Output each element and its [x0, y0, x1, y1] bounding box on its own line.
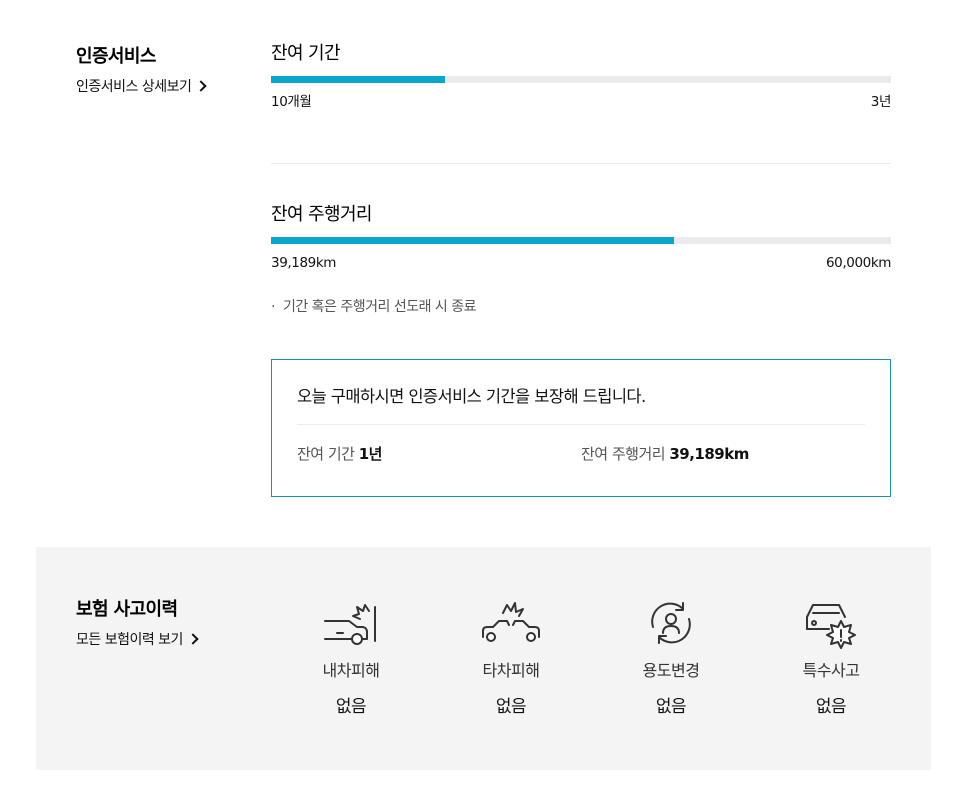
remaining-period-bar	[271, 76, 891, 83]
own-car-damage-icon	[324, 604, 376, 645]
remaining-period-max: 3년	[870, 94, 892, 110]
remaining-mileage-title: 잔여 주행거리	[271, 204, 372, 225]
guarantee-period-label: 잔여 기간	[297, 445, 355, 463]
guarantee-period: 잔여 기간 1년	[297, 443, 581, 465]
insurance-item-own-damage: 내차피해 없음	[291, 597, 411, 719]
insurance-title: 보험 사고이력	[76, 599, 178, 620]
chevron-right-icon	[187, 633, 199, 645]
guarantee-mileage-value: 39,189km	[669, 445, 749, 463]
insurance-sidebar: 보험 사고이력 모든 보험이력 보기	[76, 597, 199, 649]
insurance-item-value: 없음	[655, 697, 687, 717]
cert-detail-link[interactable]: 인증서비스 상세보기	[76, 76, 208, 96]
insurance-item-value: 없음	[335, 697, 367, 717]
special-accident-icon	[806, 604, 856, 649]
usage-change-icon	[651, 602, 691, 644]
cert-title: 인증서비스	[76, 46, 156, 67]
insurance-item-label: 용도변경	[642, 661, 700, 680]
remaining-mileage-current: 39,189km	[271, 255, 337, 271]
insurance-item-label: 내차피해	[322, 661, 380, 680]
remaining-mileage-max: 60,000km	[825, 255, 891, 271]
insurance-item-value: 없음	[495, 697, 527, 717]
insurance-item-usage-change: 용도변경 없음	[611, 597, 731, 719]
cert-sidebar: 인증서비스 인증서비스 상세보기	[76, 44, 208, 96]
insurance-panel: 보험 사고이력 모든 보험이력 보기 내차피해 없음 타차피해 없음 용도변경 …	[36, 547, 931, 770]
insurance-item-special-accident: 특수사고 없음	[771, 597, 891, 719]
remaining-mileage-labels: 39,189km 60,000km	[271, 254, 891, 272]
insurance-item-other-damage: 타차피해 없음	[451, 597, 571, 719]
other-car-damage-icon	[482, 602, 540, 642]
guarantee-period-value: 1년	[358, 445, 383, 463]
insurance-item-value: 없음	[815, 697, 847, 717]
remaining-period-bar-fill	[271, 76, 445, 83]
guarantee-mileage: 잔여 주행거리 39,189km	[581, 443, 865, 465]
cert-detail-link-label: 인증서비스 상세보기	[76, 79, 192, 95]
remaining-period-current: 10개월	[271, 94, 312, 110]
guarantee-mileage-label: 잔여 주행거리	[581, 445, 666, 463]
insurance-detail-link[interactable]: 모든 보험이력 보기	[76, 629, 199, 649]
termination-note: · 기간 혹은 주행거리 선도래 시 종료	[271, 296, 477, 316]
remaining-period: 잔여 기간 10개월 3년	[271, 42, 891, 111]
insurance-item-label: 특수사고	[802, 661, 860, 680]
remaining-mileage-bar	[271, 237, 891, 244]
chevron-right-icon	[195, 80, 208, 92]
note-text: 기간 혹은 주행거리 선도래 시 종료	[282, 299, 477, 315]
section-divider	[271, 163, 891, 164]
guarantee-values: 잔여 기간 1년 잔여 주행거리 39,189km	[297, 443, 865, 465]
guarantee-divider	[297, 424, 865, 425]
remaining-period-labels: 10개월 3년	[271, 93, 891, 111]
guarantee-box: 오늘 구매하시면 인증서비스 기간을 보장해 드립니다. 잔여 기간 1년 잔여…	[271, 359, 891, 497]
guarantee-title: 오늘 구매하시면 인증서비스 기간을 보장해 드립니다.	[297, 387, 646, 406]
insurance-item-label: 타차피해	[482, 661, 540, 680]
remaining-mileage-bar-fill	[271, 237, 674, 244]
note-bullet: ·	[271, 299, 275, 315]
insurance-detail-link-label: 모든 보험이력 보기	[76, 632, 183, 648]
remaining-mileage: 잔여 주행거리 39,189km 60,000km	[271, 203, 891, 272]
remaining-period-title: 잔여 기간	[271, 43, 341, 64]
